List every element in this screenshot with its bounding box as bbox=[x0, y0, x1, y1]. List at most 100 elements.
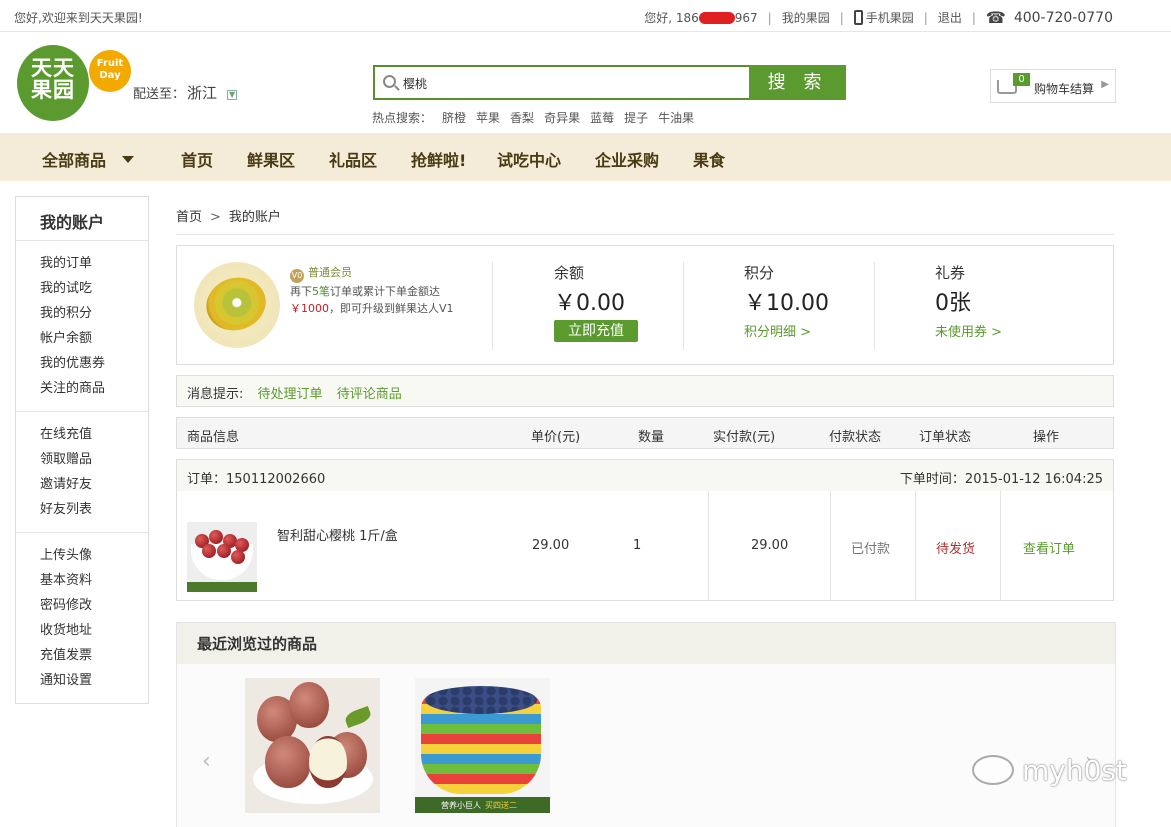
my-orchard-link[interactable]: 我的果园 bbox=[782, 9, 830, 26]
nav-item-home[interactable]: 首页 bbox=[181, 147, 213, 171]
order-number: 订单：150112002660 bbox=[187, 472, 326, 487]
kiwi-image bbox=[199, 270, 273, 338]
redaction-mark bbox=[698, 12, 735, 24]
hot-search: 热点搜索： 脐橙 苹果 香梨 奇异果 蓝莓 提子 牛油果 bbox=[372, 109, 694, 126]
sidebar-item-address[interactable]: 收货地址 bbox=[40, 618, 148, 643]
sidebar-item-friends[interactable]: 好友列表 bbox=[40, 497, 148, 522]
points-value: ￥10.00 bbox=[744, 291, 829, 316]
hot-keyword[interactable]: 牛油果 bbox=[658, 109, 694, 126]
order-row: 订单：150112002660 下单时间：2015-01-12 16:04:25… bbox=[176, 459, 1114, 601]
breadcrumb-current: 我的账户 bbox=[228, 210, 281, 225]
quantity: 1 bbox=[633, 538, 642, 553]
wechat-icon bbox=[972, 755, 1014, 785]
cart-checkout-button[interactable]: 0 购物车结算 ▶ bbox=[990, 69, 1116, 103]
nav-all-products[interactable]: 全部商品 bbox=[42, 147, 135, 171]
coupon-stat: 礼券 0张 未使用券 > bbox=[935, 264, 1003, 340]
divider bbox=[683, 262, 684, 350]
pending-reviews-link[interactable]: 待评论商品 bbox=[337, 387, 402, 402]
col-order-status: 订单状态 bbox=[919, 430, 972, 445]
recharge-button[interactable]: 立即充值 bbox=[554, 320, 638, 342]
avatar[interactable] bbox=[194, 262, 280, 348]
logout-link[interactable]: 退出 bbox=[938, 9, 962, 26]
sidebar-item-password[interactable]: 密码修改 bbox=[40, 593, 148, 618]
sidebar-item-followed[interactable]: 关注的商品 bbox=[40, 376, 148, 401]
nav-item-food[interactable]: 果食 bbox=[693, 147, 725, 171]
site-logo[interactable]: 天天 果园 bbox=[17, 45, 89, 121]
message-notice: 消息提示: 待处理订单 待评论商品 bbox=[176, 375, 1114, 407]
member-level: 普通会员 bbox=[308, 266, 352, 279]
nav-item-flash[interactable]: 抢鲜啦! bbox=[411, 147, 466, 171]
sidebar-title: 我的账户 bbox=[16, 197, 148, 241]
sidebar-item-recharge[interactable]: 在线充值 bbox=[40, 422, 148, 447]
coupon-value: 0张 bbox=[935, 291, 971, 316]
sidebar-item-my-points[interactable]: 我的积分 bbox=[40, 301, 148, 326]
sidebar-item-my-trials[interactable]: 我的试吃 bbox=[40, 276, 148, 301]
recent-product-blueberry[interactable]: 营养小巨人 买四送二 bbox=[415, 678, 550, 813]
chevron-right-icon: ▶ bbox=[1101, 79, 1109, 90]
carousel-prev-button[interactable]: ‹ bbox=[202, 749, 211, 774]
user-greeting: 您好, 186 967 bbox=[644, 11, 758, 25]
hot-keyword[interactable]: 脐橙 bbox=[442, 109, 466, 126]
divider bbox=[874, 262, 875, 350]
col-quantity: 数量 bbox=[638, 430, 665, 445]
hot-keyword[interactable]: 香梨 bbox=[510, 109, 534, 126]
nav-item-fresh[interactable]: 鲜果区 bbox=[247, 147, 295, 171]
sidebar-item-avatar[interactable]: 上传头像 bbox=[40, 543, 148, 568]
hot-keyword[interactable]: 奇异果 bbox=[544, 109, 580, 126]
delivery-region[interactable]: 配送至： 浙江 ▼ bbox=[133, 82, 238, 103]
divider bbox=[492, 262, 493, 350]
col-paid: 实付款(元) bbox=[713, 430, 776, 445]
search-input[interactable] bbox=[403, 71, 743, 95]
unused-coupon-link[interactable]: 未使用券 > bbox=[935, 321, 1002, 340]
hot-keyword[interactable]: 蓝莓 bbox=[590, 109, 614, 126]
recent-product-pear[interactable] bbox=[245, 678, 380, 813]
top-bar-links: 您好, 186 967 | 我的果园 | 手机果园 | 退出 | ☎ 400-72… bbox=[644, 8, 1113, 27]
sidebar-item-gifts[interactable]: 领取赠品 bbox=[40, 447, 148, 472]
search-bar: 搜 索 bbox=[373, 65, 846, 100]
sidebar-item-coupons[interactable]: 我的优惠券 bbox=[40, 351, 148, 376]
product-thumbnail[interactable] bbox=[187, 522, 257, 592]
payment-status: 已付款 bbox=[851, 542, 891, 557]
breadcrumb-home[interactable]: 首页 bbox=[176, 210, 202, 225]
order-header: 订单：150112002660 下单时间：2015-01-12 16:04:25 bbox=[177, 460, 1113, 491]
account-summary: V0 普通会员 再下5笔订单或累计下单金额达 ￥1000，即可升级到鲜果达人V1 … bbox=[176, 245, 1114, 365]
sidebar-item-my-orders[interactable]: 我的订单 bbox=[40, 251, 148, 276]
hot-keyword[interactable]: 苹果 bbox=[476, 109, 500, 126]
recently-viewed-title: 最近浏览过的商品 bbox=[177, 623, 1115, 664]
balance-value: ￥0.00 bbox=[554, 291, 625, 316]
points-detail-link[interactable]: 积分明细 > bbox=[744, 321, 829, 340]
hotline-number: 400-720-0770 bbox=[1013, 9, 1113, 26]
paid-amount: 29.00 bbox=[751, 538, 789, 553]
sidebar-group-recharge: 在线充值 领取赠品 邀请好友 好友列表 bbox=[16, 412, 148, 533]
sidebar-item-invoice[interactable]: 充值发票 bbox=[40, 643, 148, 668]
nav-item-enterprise[interactable]: 企业采购 bbox=[595, 147, 659, 171]
sidebar-item-balance[interactable]: 帐户余额 bbox=[40, 326, 148, 351]
mobile-orchard-link[interactable]: 手机果园 bbox=[853, 9, 914, 26]
fruitday-badge: Fruit Day bbox=[89, 50, 131, 92]
nav-item-gift[interactable]: 礼品区 bbox=[329, 147, 377, 171]
order-time: 下单时间：2015-01-12 16:04:25 bbox=[899, 472, 1103, 487]
pending-orders-link[interactable]: 待处理订单 bbox=[258, 387, 323, 402]
sidebar-item-profile[interactable]: 基本资料 bbox=[40, 568, 148, 593]
telephone-icon: ☎ bbox=[985, 8, 1006, 27]
view-order-link[interactable]: 查看订单 bbox=[1023, 538, 1075, 557]
search-icon bbox=[383, 75, 396, 88]
col-unit-price: 单价(元) bbox=[531, 430, 581, 445]
sidebar-item-invite[interactable]: 邀请好友 bbox=[40, 472, 148, 497]
hot-keyword[interactable]: 提子 bbox=[624, 109, 648, 126]
hot-search-label: 热点搜索： bbox=[372, 111, 433, 125]
dropdown-icon[interactable]: ▼ bbox=[227, 90, 238, 100]
order-status: 待发货 bbox=[936, 542, 976, 557]
col-product: 商品信息 bbox=[187, 430, 240, 445]
balance-stat: 余额 ￥0.00 立即充值 bbox=[554, 262, 638, 342]
phone-icon bbox=[853, 10, 863, 25]
sidebar-item-notifications[interactable]: 通知设置 bbox=[40, 668, 148, 693]
welcome-text: 您好,欢迎来到天天果园! bbox=[14, 11, 143, 25]
member-badge-icon: V0 bbox=[290, 269, 304, 283]
nav-item-trial[interactable]: 试吃中心 bbox=[497, 147, 561, 171]
product-name-link[interactable]: 智利甜心樱桃 1斤/盒 bbox=[277, 525, 398, 544]
cart-count-badge: 0 bbox=[1013, 73, 1030, 86]
unit-price: 29.00 bbox=[532, 538, 570, 553]
search-button[interactable]: 搜 索 bbox=[749, 65, 846, 100]
account-sidebar: 我的账户 我的订单 我的试吃 我的积分 帐户余额 我的优惠券 关注的商品 在线充… bbox=[15, 196, 149, 704]
